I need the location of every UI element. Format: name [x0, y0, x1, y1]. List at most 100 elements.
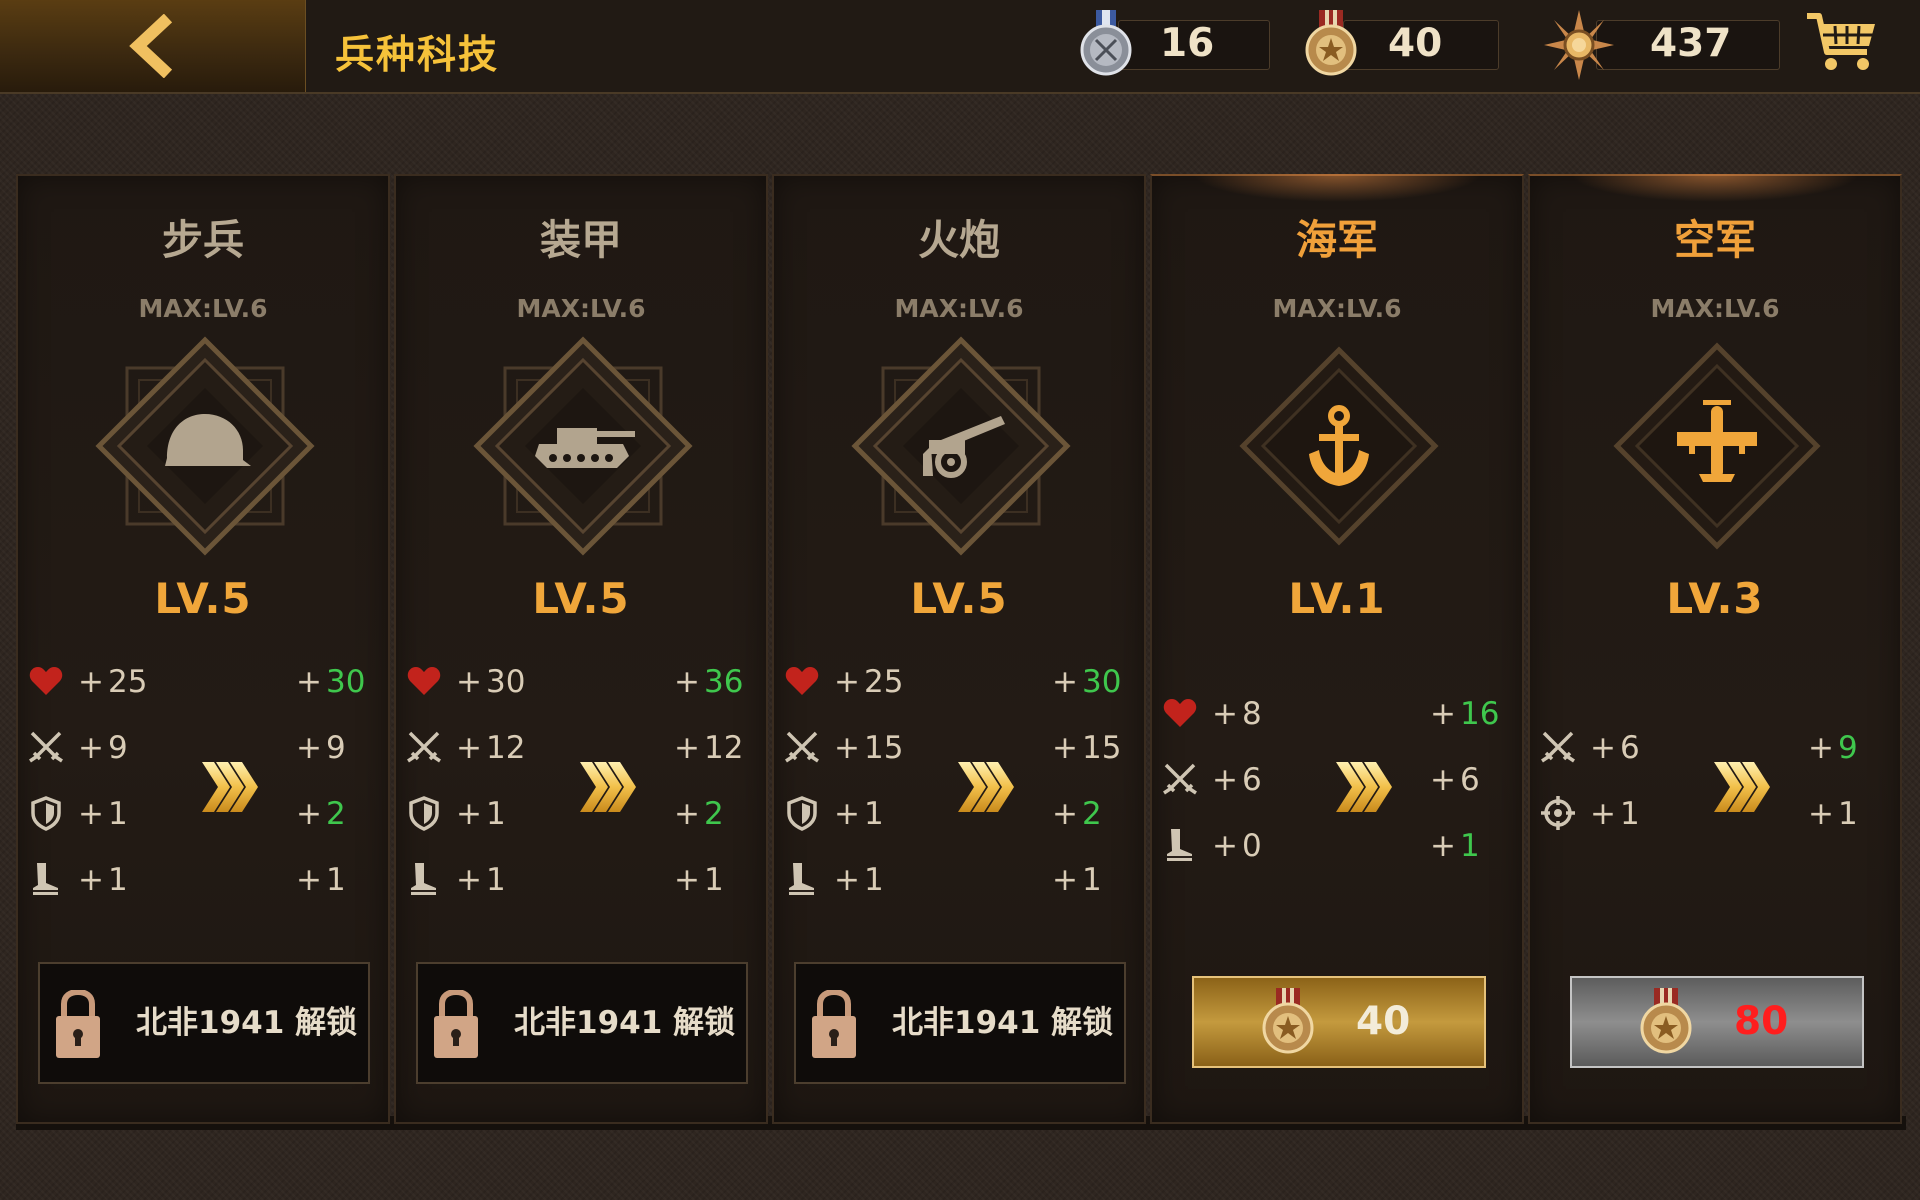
stat-row-move: +0 +1: [1152, 824, 1522, 868]
max-level: MAX:LV.6: [894, 294, 1024, 323]
stat-next: +6: [1430, 762, 1480, 798]
stat-next: +1: [1052, 862, 1102, 898]
unlock-label: 北非1941 解锁: [514, 1005, 736, 1041]
unlock-button[interactable]: 北非1941 解锁: [416, 962, 748, 1084]
branch-name: 步兵: [162, 216, 244, 264]
boot-icon: [28, 861, 64, 897]
stat-row-hp: +25 +30: [18, 660, 388, 704]
stat-next: +30: [296, 664, 366, 700]
stat-current: +1: [1590, 796, 1640, 832]
upgrade-arrow-icon: [1334, 760, 1394, 814]
star-badge-icon: [1544, 10, 1614, 80]
stat-next: +36: [674, 664, 744, 700]
current-level: LV.3: [1666, 574, 1764, 623]
stat-next: +2: [1052, 796, 1102, 832]
stat-next: +30: [1052, 664, 1122, 700]
swords-icon: [784, 729, 820, 765]
stat-next: +1: [674, 862, 724, 898]
heart-icon: [406, 663, 442, 699]
current-level: LV.5: [910, 574, 1008, 623]
current-level: LV.1: [1288, 574, 1386, 623]
upgrade-arrow-icon: [956, 760, 1016, 814]
stat-current: +6: [1212, 762, 1262, 798]
shop-cart-icon[interactable]: [1803, 8, 1879, 78]
silver-medal-icon: [1080, 10, 1132, 76]
stat-current: +1: [456, 796, 506, 832]
swords-icon: [1540, 729, 1576, 765]
current-level: LV.5: [154, 574, 252, 623]
upgrade-buy-button[interactable]: 80: [1570, 976, 1864, 1068]
star-badge-value: 437: [1650, 21, 1732, 66]
branch-panel-airforce[interactable]: 空军 MAX:LV.6 LV.3 +6 +9 +1 +1 80: [1528, 174, 1902, 1124]
silver-medal-counter: 16: [1078, 10, 1274, 76]
stat-current: +25: [78, 664, 148, 700]
anchor-icon: [1239, 346, 1439, 546]
shield-icon: [784, 795, 820, 831]
boot-icon: [406, 861, 442, 897]
upgrade-arrow-icon: [200, 760, 260, 814]
upgrade-arrow-icon: [578, 760, 638, 814]
helmet-icon: [95, 336, 315, 556]
branch-panel-navy[interactable]: 海军 MAX:LV.6 LV.1 +8 +16 +6 +6 +0 +1 40: [1150, 174, 1524, 1124]
page-title: 兵种科技: [335, 33, 500, 78]
branch-panel-artillery[interactable]: 火炮 MAX:LV.6 LV.5 +25 +30 +15 +15 +1 +2 +…: [772, 174, 1146, 1124]
stat-current: +9: [78, 730, 128, 766]
star-badge-counter: 437: [1542, 10, 1780, 80]
shield-icon: [28, 795, 64, 831]
branch-panel-infantry[interactable]: 步兵 MAX:LV.6 LV.5 +25 +30 +9 +9 +1 +2 +1 …: [16, 174, 390, 1124]
stat-next: +15: [1052, 730, 1122, 766]
stat-row-move: +1 +1: [396, 858, 766, 902]
stat-current: +6: [1590, 730, 1640, 766]
back-button[interactable]: [0, 0, 306, 92]
heart-icon: [28, 663, 64, 699]
bronze-medal-icon: [1638, 986, 1694, 1058]
stat-next: +1: [1430, 828, 1480, 864]
boot-icon: [1162, 827, 1198, 863]
swords-icon: [28, 729, 64, 765]
stat-current: +25: [834, 664, 904, 700]
lock-icon: [810, 990, 858, 1060]
stat-next: +1: [1808, 796, 1858, 832]
stat-row-hp: +8 +16: [1152, 692, 1522, 736]
stat-next: +16: [1430, 696, 1500, 732]
heart-icon: [784, 663, 820, 699]
stat-row-move: +1 +1: [774, 858, 1144, 902]
current-level: LV.5: [532, 574, 630, 623]
branch-name: 火炮: [918, 216, 1000, 264]
unlock-label: 北非1941 解锁: [136, 1005, 358, 1041]
stat-current: +8: [1212, 696, 1262, 732]
stat-next: +2: [296, 796, 346, 832]
stat-row-hp: +25 +30: [774, 660, 1144, 704]
bronze-medal-icon: [1260, 986, 1316, 1058]
back-arrow-icon: [129, 14, 173, 78]
lock-icon: [432, 990, 480, 1060]
stat-row-move: +1 +1: [18, 858, 388, 902]
stat-next: +9: [1808, 730, 1858, 766]
stat-next: +9: [296, 730, 346, 766]
stat-current: +30: [456, 664, 526, 700]
bronze-medal-value: 40: [1388, 21, 1443, 66]
unlock-button[interactable]: 北非1941 解锁: [38, 962, 370, 1084]
upgrade-buy-button[interactable]: 40: [1192, 976, 1486, 1068]
branch-name: 海军: [1296, 216, 1378, 264]
unlock-button[interactable]: 北非1941 解锁: [794, 962, 1126, 1084]
shield-icon: [406, 795, 442, 831]
stat-next: +1: [296, 862, 346, 898]
cannon-icon: [851, 336, 1071, 556]
branch-panel-armor[interactable]: 装甲 MAX:LV.6 LV.5 +30 +36 +12 +12 +1 +2 +: [394, 174, 768, 1124]
stat-current: +1: [78, 862, 128, 898]
upgrade-price: 80: [1734, 999, 1789, 1044]
heart-icon: [1162, 695, 1198, 731]
upgrade-price: 40: [1356, 999, 1411, 1044]
stat-next: +2: [674, 796, 724, 832]
max-level: MAX:LV.6: [138, 294, 268, 323]
stat-current: +15: [834, 730, 904, 766]
bronze-medal-icon: [1305, 10, 1357, 76]
stat-current: +1: [834, 796, 884, 832]
max-level: MAX:LV.6: [516, 294, 646, 323]
stat-next: +12: [674, 730, 744, 766]
top-bar: 兵种科技 16 40 437: [0, 0, 1920, 94]
branch-name: 装甲: [540, 216, 622, 264]
unlock-label: 北非1941 解锁: [892, 1005, 1114, 1041]
crosshair-icon: [1540, 795, 1576, 831]
